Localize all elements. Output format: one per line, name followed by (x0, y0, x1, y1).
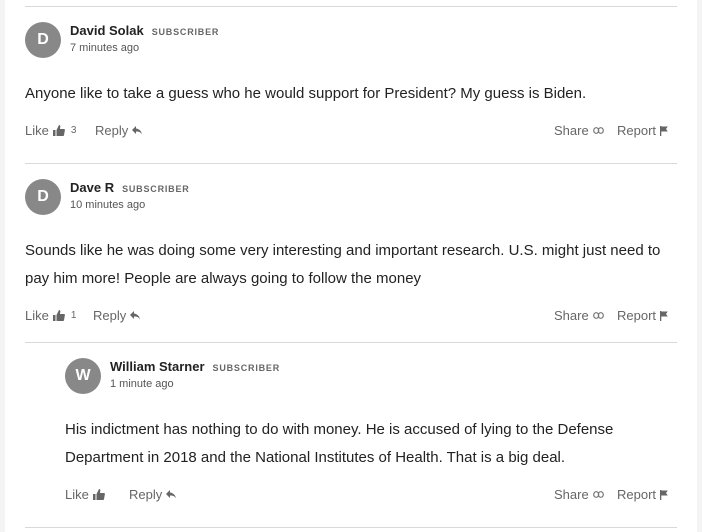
like-count: 1 (70, 310, 77, 321)
reply-button[interactable]: Reply (93, 308, 141, 323)
subscriber-badge: SUBSCRIBER (212, 363, 281, 373)
report-label: Report (617, 123, 657, 138)
link-icon (592, 491, 604, 498)
comment: D David Solak SUBSCRIBER 7 minutes ago An… (25, 22, 677, 152)
reply-label: Reply (129, 487, 163, 502)
share-button[interactable]: Share (554, 487, 604, 502)
thumbs-up-icon (52, 310, 65, 321)
share-button[interactable]: Share (554, 308, 604, 323)
author-name[interactable]: Dave R (70, 180, 114, 195)
report-label: Report (617, 487, 657, 502)
share-label: Share (554, 308, 589, 323)
author-name[interactable]: William Starner (110, 359, 205, 374)
thumbs-up-icon (92, 489, 105, 500)
share-button[interactable]: Share (554, 123, 604, 138)
reply-arrow-icon (130, 311, 141, 320)
like-button[interactable]: Like 1 (25, 308, 76, 323)
subscriber-badge: SUBSCRIBER (122, 184, 190, 194)
like-label: Like (65, 487, 89, 502)
avatar[interactable]: D (25, 22, 61, 58)
reply-label: Reply (95, 123, 129, 138)
divider (25, 6, 677, 7)
author-line: Dave R SUBSCRIBER (70, 180, 190, 195)
flag-icon (660, 125, 668, 136)
share-label: Share (554, 487, 589, 502)
link-icon (592, 127, 604, 134)
author-name[interactable]: David Solak (70, 23, 144, 38)
report-label: Report (617, 308, 657, 323)
comment-text: Anyone like to take a guess who he would… (25, 85, 587, 102)
comment-text: His indictment has nothing to do with mo… (65, 421, 614, 466)
like-button[interactable]: Like 3 (25, 123, 76, 138)
reply-label: Reply (93, 308, 127, 323)
like-count: 3 (70, 125, 77, 136)
subscriber-badge: SUBSCRIBER (151, 27, 220, 37)
comment-actions: Like Reply Share Report (65, 487, 677, 505)
comment-actions: Like 1 Reply Share Report (25, 308, 677, 326)
author-line: David Solak SUBSCRIBER (70, 23, 219, 38)
report-button[interactable]: Report (617, 123, 668, 138)
like-label: Like (25, 308, 49, 323)
divider (25, 342, 677, 343)
reply-button[interactable]: Reply (129, 487, 177, 502)
reply-button[interactable]: Reply (95, 123, 143, 138)
like-button[interactable]: Like (65, 487, 105, 502)
report-button[interactable]: Report (617, 308, 668, 323)
reply-comment: W William Starner SUBSCRIBER 1 minute ago… (65, 358, 677, 518)
thumbs-up-icon (52, 125, 65, 136)
comment-timestamp: 10 minutes ago (70, 199, 146, 211)
comment-text: Sounds like he was doing some very inter… (25, 242, 661, 287)
comment: D Dave R SUBSCRIBER 10 minutes ago Sounds… (25, 179, 677, 339)
report-button[interactable]: Report (617, 487, 668, 502)
author-line: William Starner SUBSCRIBER (110, 359, 280, 374)
share-label: Share (554, 123, 589, 138)
reply-arrow-icon (166, 490, 177, 499)
comment-timestamp: 1 minute ago (110, 378, 174, 390)
comment-timestamp: 7 minutes ago (70, 42, 140, 54)
reply-arrow-icon (132, 126, 143, 135)
avatar[interactable]: W (65, 358, 101, 394)
divider (25, 163, 677, 164)
comment-actions: Like 3 Reply Share Report (25, 123, 677, 141)
flag-icon (660, 310, 668, 321)
divider (25, 527, 677, 528)
like-label: Like (25, 123, 49, 138)
link-icon (592, 312, 604, 319)
avatar[interactable]: D (25, 179, 61, 215)
flag-icon (660, 489, 668, 500)
